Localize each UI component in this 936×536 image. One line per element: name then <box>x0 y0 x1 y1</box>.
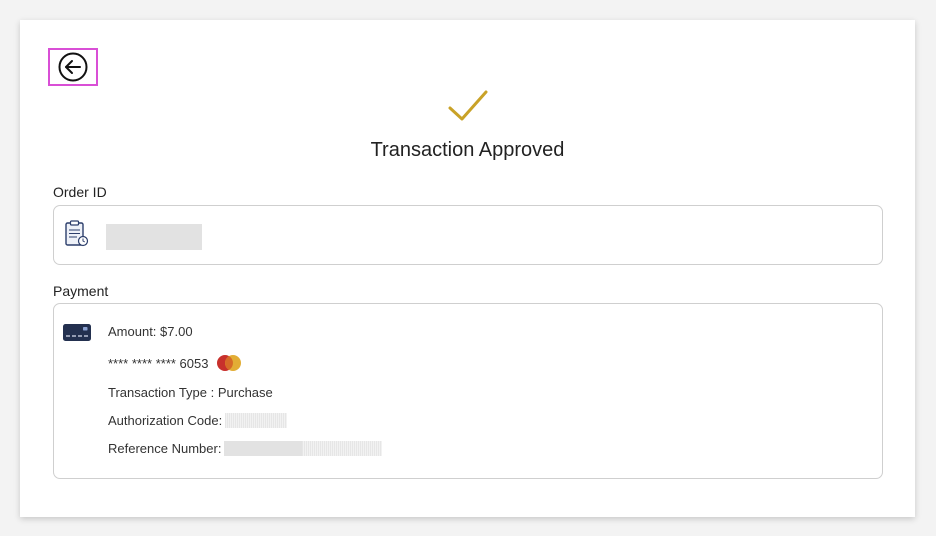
back-button[interactable] <box>48 48 98 86</box>
clipboard-clock-icon <box>65 220 89 247</box>
credit-card-icon <box>63 324 91 341</box>
page-title: Transaction Approved <box>370 139 565 161</box>
payment-label: Payment <box>53 283 109 299</box>
checkmark-icon <box>448 90 488 121</box>
reference-number-label: Reference Number: <box>108 441 222 456</box>
order-id-box <box>53 205 883 265</box>
transaction-type: Transaction Type : Purchase <box>108 385 273 400</box>
payment-amount: Amount: $7.00 <box>108 324 193 339</box>
order-id-redacted-value <box>106 224 202 250</box>
authorization-row: Authorization Code: <box>108 413 288 428</box>
order-id-label: Order ID <box>53 184 107 200</box>
arrow-left-circle-icon[interactable] <box>57 51 89 83</box>
mastercard-icon <box>217 355 242 371</box>
card-number-row: **** **** **** 6053 <box>108 353 244 373</box>
transaction-card: Transaction Approved Order ID Payment Am… <box>20 20 915 517</box>
card-number: **** **** **** 6053 <box>108 355 209 371</box>
reference-number-redacted-tail <box>302 441 383 456</box>
authorization-code-label: Authorization Code: <box>108 413 223 428</box>
reference-row: Reference Number: <box>108 441 383 456</box>
reference-number-redacted <box>224 441 303 456</box>
authorization-code-redacted <box>225 413 288 428</box>
payment-box: Amount: $7.00 **** **** **** 6053 Transa… <box>53 303 883 479</box>
